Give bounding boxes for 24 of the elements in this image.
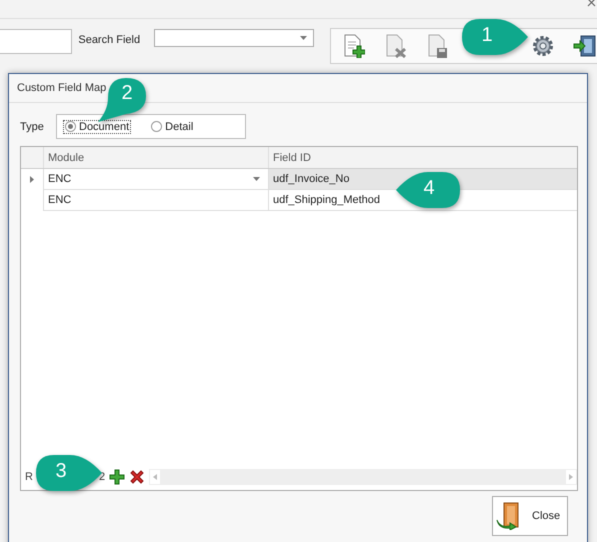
add-icon[interactable] [109,469,126,485]
module-cell[interactable]: ENC [44,190,269,211]
row-indicator-icon [30,176,34,183]
new-document-icon[interactable] [343,34,365,58]
exit-door-icon[interactable] [573,34,597,58]
type-radio[interactable]: Detail [149,120,196,134]
column-header[interactable]: Module [44,147,269,168]
caret-icon [253,177,260,181]
close-button[interactable]: Close [492,496,568,536]
save-document-icon[interactable] [427,34,449,58]
close-icon[interactable] [587,0,596,7]
column-header[interactable]: Field ID [269,147,577,168]
dialog-title: Custom Field Map [17,82,106,94]
caret-icon [300,36,307,40]
search-field-label: Search Field [78,34,140,46]
gear-icon[interactable] [531,34,555,58]
delete-icon[interactable] [129,469,146,485]
text-field[interactable] [0,29,72,54]
module-cell[interactable]: ENC [44,169,269,190]
delete-document-icon[interactable] [385,34,407,58]
search-field-dropdown[interactable] [154,29,314,47]
record-text: R [25,471,33,483]
door-exit-icon [496,502,520,530]
type-label: Type [20,120,45,132]
